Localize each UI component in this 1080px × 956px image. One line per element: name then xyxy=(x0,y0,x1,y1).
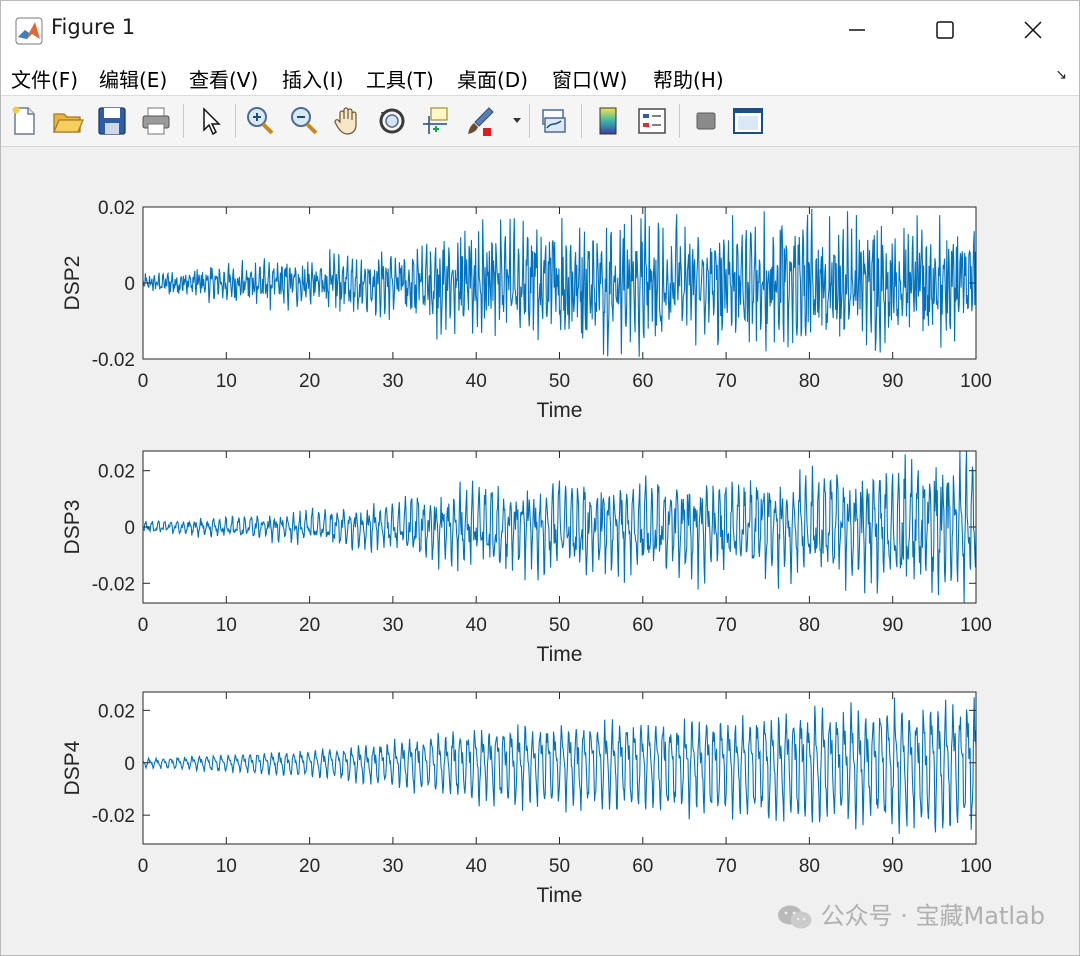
menu-file[interactable]: 文件(F) xyxy=(11,64,78,93)
axes-1-ylabel: DSP2 xyxy=(61,256,84,311)
axes-2-ytick-label: -0.02 xyxy=(92,574,135,595)
open-file-icon[interactable] xyxy=(51,104,85,138)
axes-3-ytick-label: 0.02 xyxy=(98,701,135,722)
axes-2-xtick-label: 0 xyxy=(138,615,149,636)
axes-2-ytick-label: 0.02 xyxy=(98,462,135,483)
maximize-icon xyxy=(936,21,954,39)
axes-3-xtick-label: 80 xyxy=(799,856,820,877)
pan-hand-icon[interactable] xyxy=(331,104,365,138)
axes-2-xlabel: Time xyxy=(537,643,583,666)
toolbar-separator xyxy=(183,104,184,138)
hide-plot-tools-icon[interactable] xyxy=(689,104,723,138)
matlab-logo-icon xyxy=(15,17,43,45)
axes-1-xtick-label: 40 xyxy=(466,371,487,392)
new-figure-icon[interactable] xyxy=(7,104,41,138)
menu-window[interactable]: 窗口(W) xyxy=(552,64,627,93)
axes-1-xtick-label: 50 xyxy=(549,371,570,392)
print-icon[interactable] xyxy=(139,104,173,138)
axes-2-xtick-label: 100 xyxy=(960,615,992,636)
axes-1-xtick-label: 0 xyxy=(138,371,149,392)
watermark-text: 公众号 · 宝藏Matlab xyxy=(820,902,1045,930)
axes-3-xtick-label: 40 xyxy=(466,856,487,877)
link-plot-icon[interactable] xyxy=(537,104,571,138)
axes-1-ytick-label: 0.02 xyxy=(98,198,135,219)
axes-3-xtick-label: 10 xyxy=(216,856,237,877)
menu-help[interactable]: 帮助(H) xyxy=(653,64,724,93)
axes-3-ytick-label: 0 xyxy=(124,754,135,775)
menu-view[interactable]: 查看(V) xyxy=(189,64,258,93)
axes-3-xlabel: Time xyxy=(537,884,583,907)
toolbar-separator xyxy=(679,104,680,138)
zoom-in-icon[interactable] xyxy=(243,104,277,138)
axes-1-xtick-label: 100 xyxy=(960,371,992,392)
axes-3-xtick-label: 90 xyxy=(882,856,903,877)
axes-2-xtick-label: 30 xyxy=(382,615,403,636)
legend-icon[interactable] xyxy=(635,104,669,138)
figure-window: Figure 1 文件(F) 编辑(E) 查看(V) 插入(I) 工具(T) 桌… xyxy=(0,0,1080,956)
toolbar-separator xyxy=(235,104,236,138)
close-button[interactable] xyxy=(989,1,1077,59)
axes-2-ytick-label: 0 xyxy=(124,518,135,539)
axes-2-xtick-label: 10 xyxy=(216,615,237,636)
colorbar-icon[interactable] xyxy=(591,104,625,138)
axes-1-ytick-label: 0 xyxy=(124,274,135,295)
axes-1-xlabel: Time xyxy=(537,399,583,422)
axes-3-xtick-label: 30 xyxy=(382,856,403,877)
axes-2-xtick-label: 80 xyxy=(799,615,820,636)
axes-3-ylabel: DSP4 xyxy=(61,740,84,795)
close-icon xyxy=(1024,21,1042,39)
figure-toolbar xyxy=(1,96,1079,147)
toolbar-separator xyxy=(581,104,582,138)
axes-1-xtick-label: 80 xyxy=(799,371,820,392)
axes-2-xtick-label: 50 xyxy=(549,615,570,636)
axes-3-xtick-label: 50 xyxy=(549,856,570,877)
axes-2-xtick-label: 20 xyxy=(299,615,320,636)
figure-canvas: 0 10 20 30 40 50 60 70 80 90 100-0.0200.02TimeDSP2… xyxy=(61,198,992,907)
window-title: Figure 1 xyxy=(51,15,136,39)
watermark: 公众号 · 宝藏Matlab xyxy=(777,896,1045,931)
axes-2-xtick-label: 70 xyxy=(716,615,737,636)
save-icon[interactable] xyxy=(95,104,129,138)
axes-2-xtick-label: 90 xyxy=(882,615,903,636)
axes-3-xtick-label: 70 xyxy=(716,856,737,877)
menu-edit[interactable]: 编辑(E) xyxy=(99,64,167,93)
axes-3-xtick-label: 20 xyxy=(299,856,320,877)
axes-1-ytick-label: -0.02 xyxy=(92,350,135,371)
toolbar-separator xyxy=(529,104,530,138)
maximize-button[interactable] xyxy=(901,1,989,59)
axes-3-ytick-label: -0.02 xyxy=(92,806,135,827)
menu-tools[interactable]: 工具(T) xyxy=(366,64,434,93)
data-cursor-icon[interactable] xyxy=(419,104,453,138)
axes-1-xtick-label: 70 xyxy=(716,371,737,392)
minimize-button[interactable] xyxy=(813,1,901,59)
axes-1-xtick-label: 30 xyxy=(382,371,403,392)
zoom-out-icon[interactable] xyxy=(287,104,321,138)
axes-2-xtick-label: 40 xyxy=(466,615,487,636)
menu-desktop[interactable]: 桌面(D) xyxy=(457,64,528,93)
dock-arrow-icon[interactable]: ↘ xyxy=(1055,67,1067,83)
rotate-3d-icon[interactable] xyxy=(375,104,409,138)
brush-icon[interactable] xyxy=(463,104,497,138)
select-arrow-icon[interactable] xyxy=(193,104,227,138)
axes-3-xtick-label: 0 xyxy=(138,856,149,877)
axes-3-xtick-label: 100 xyxy=(960,856,992,877)
show-plot-tools-icon[interactable] xyxy=(731,104,765,138)
minimize-icon xyxy=(849,29,865,31)
menu-bar: 文件(F) 编辑(E) 查看(V) 插入(I) 工具(T) 桌面(D) 窗口(W… xyxy=(1,59,1079,96)
axes-1-xtick-label: 60 xyxy=(632,371,653,392)
menu-insert[interactable]: 插入(I) xyxy=(282,64,344,93)
axes-1-xtick-label: 20 xyxy=(299,371,320,392)
brush-dropdown-icon[interactable] xyxy=(511,114,523,126)
axes-2-ylabel: DSP3 xyxy=(61,500,84,555)
axes-1-xtick-label: 90 xyxy=(882,371,903,392)
axes-1-xtick-label: 10 xyxy=(216,371,237,392)
title-bar[interactable]: Figure 1 xyxy=(1,1,1079,59)
axes-2-xtick-label: 60 xyxy=(632,615,653,636)
wechat-logo-icon xyxy=(777,905,812,929)
axes-3-xtick-label: 60 xyxy=(632,856,653,877)
